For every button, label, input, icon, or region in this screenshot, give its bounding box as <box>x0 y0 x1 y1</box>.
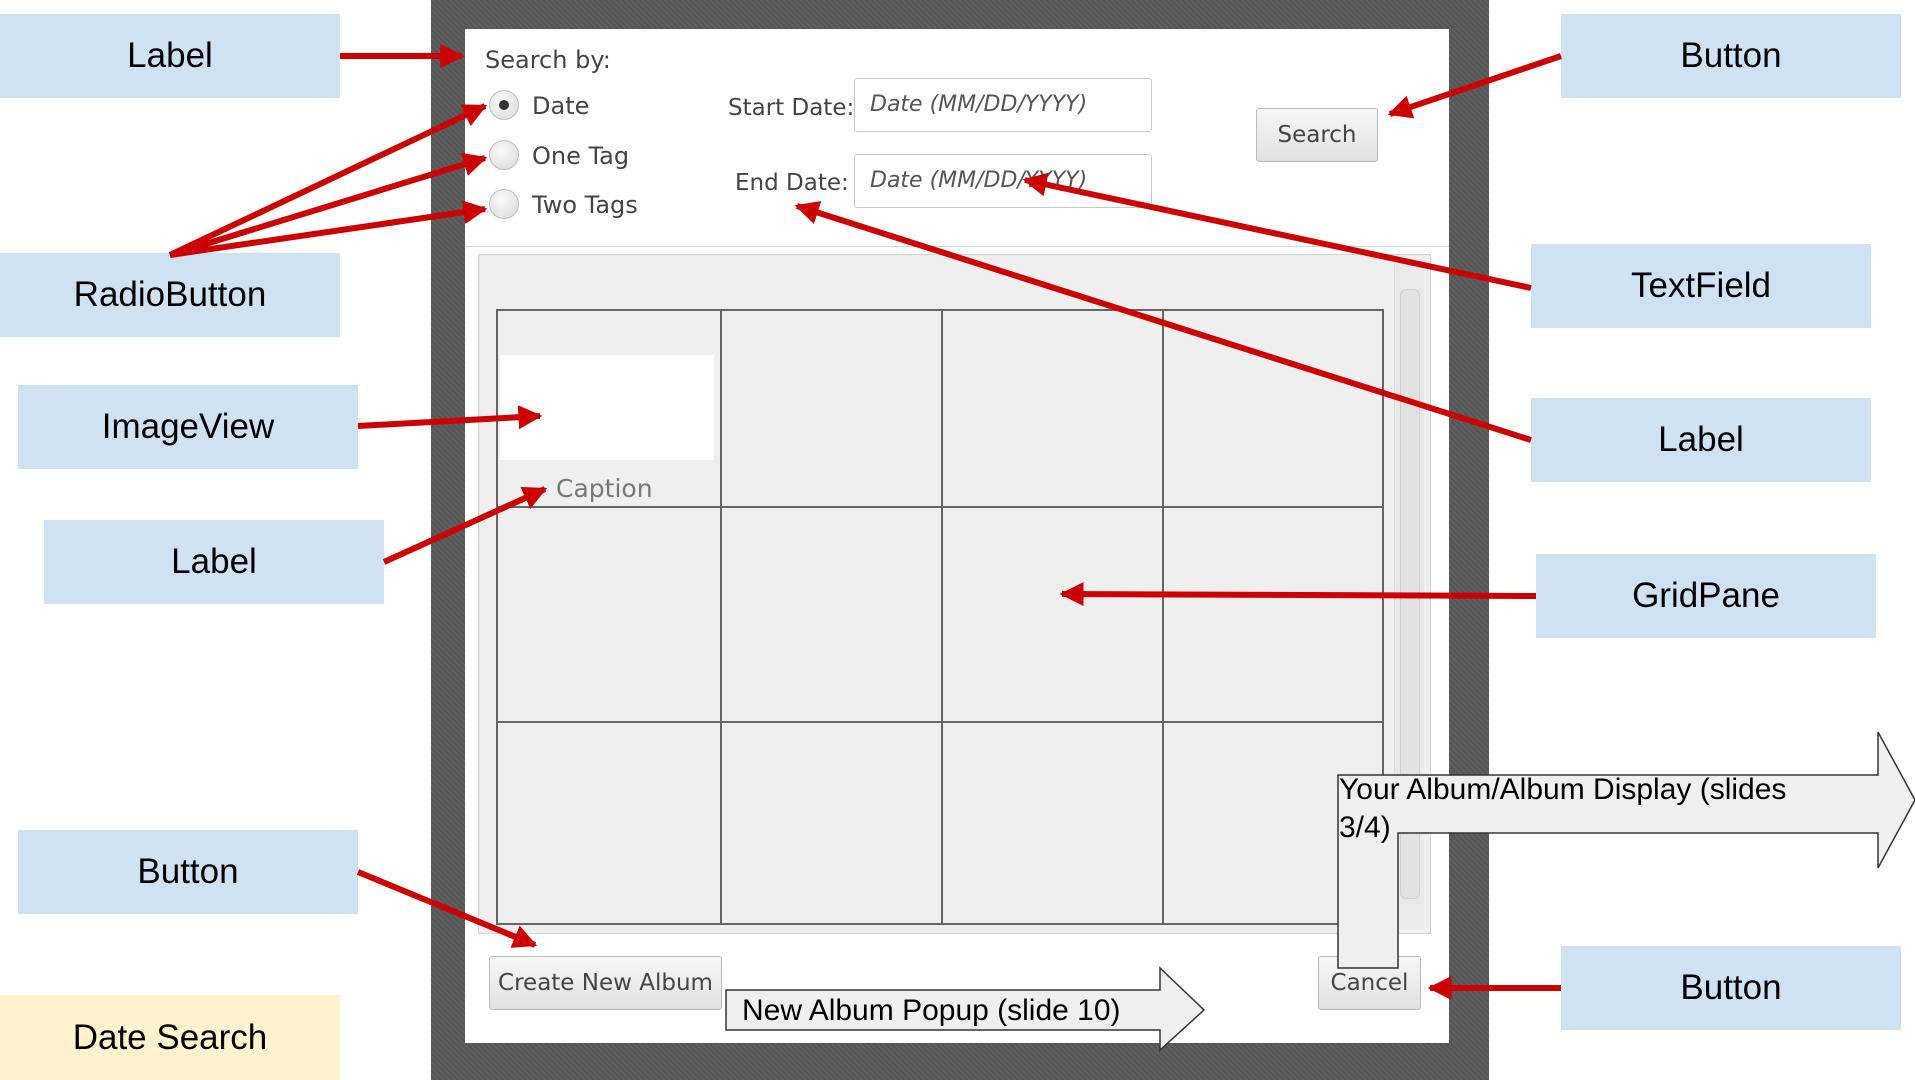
arrow-to-end-date-field <box>1022 172 1532 291</box>
arrow-to-radio-one-tag <box>169 152 488 258</box>
annotation-arrows <box>168 44 1915 1052</box>
new-album-popup-note: New Album Popup (slide 10) <box>742 994 1121 1027</box>
arrow-to-caption <box>382 486 548 565</box>
arrow-to-imageview <box>357 405 543 430</box>
album-display-arrow-shape <box>1337 731 1915 969</box>
arrow-to-create-album <box>356 869 538 948</box>
arrow-to-gridpane <box>1059 582 1537 607</box>
arrow-to-end-date-label <box>794 201 1532 443</box>
album-display-note: Your Album/Album Display (slides 3/4) <box>1339 773 1787 844</box>
arrow-to-search-button <box>1387 53 1562 119</box>
